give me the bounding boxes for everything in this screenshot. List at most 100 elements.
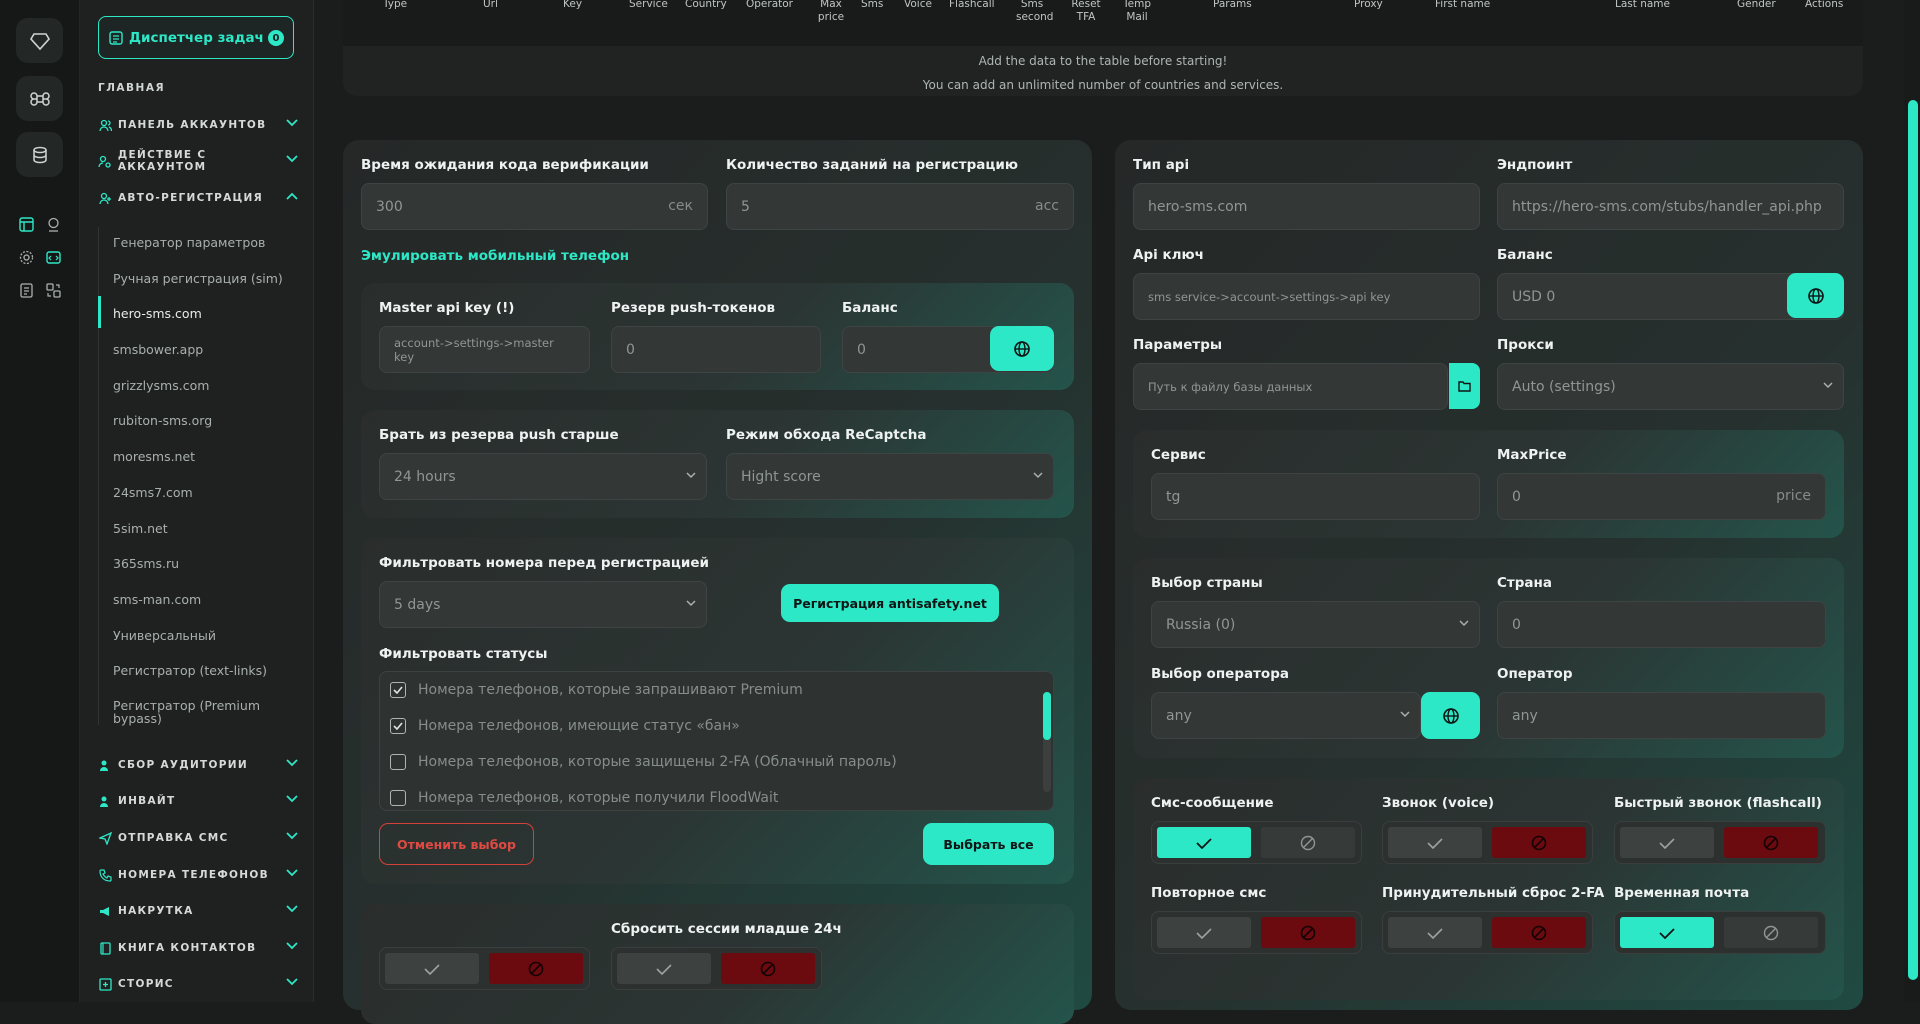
document-icon[interactable] <box>16 280 36 300</box>
nav-invite[interactable]: ИНВАЙТ <box>98 790 298 812</box>
switch-icon[interactable] <box>43 280 63 300</box>
resend-sms-toggle[interactable] <box>1151 911 1362 954</box>
api-key-input[interactable]: sms service->account->settings->api key <box>1133 273 1480 320</box>
params-input[interactable]: Путь к файлу базы данных <box>1133 363 1448 410</box>
list-scrollbar[interactable] <box>1043 692 1051 792</box>
sidebar-item-5sim[interactable]: 5sim.net <box>113 521 323 536</box>
disable-option[interactable] <box>1492 917 1586 948</box>
diamond-icon[interactable] <box>16 18 63 63</box>
gear-icon[interactable] <box>16 247 36 267</box>
nav-contacts-book[interactable]: КНИГА КОНТАКТОВ <box>98 937 298 959</box>
sidebar-item-grizzlysms[interactable]: grizzlysms.com <box>113 378 323 393</box>
enable-option[interactable] <box>1157 917 1251 948</box>
recaptcha-select[interactable]: Hight score <box>726 453 1054 500</box>
ban-icon <box>528 961 544 976</box>
verify-wait-suffix: сек <box>668 198 693 214</box>
country-input[interactable]: 0 <box>1497 601 1826 648</box>
globe-icon <box>1014 340 1030 357</box>
master-key-input[interactable]: account->settings->master key <box>379 326 590 373</box>
disable-option[interactable] <box>489 953 583 984</box>
api-type-input[interactable]: hero-sms.com <box>1133 183 1480 230</box>
status-item-floodwait[interactable]: Номера телефонов, которые получили Flood… <box>390 788 990 808</box>
nav-label: ИНВАЙТ <box>118 795 176 807</box>
proxy-select[interactable]: Auto (settings) <box>1497 363 1844 410</box>
checkbox-checked-icon[interactable] <box>390 718 406 734</box>
sidebar-item-sms-man[interactable]: sms-man.com <box>113 592 323 607</box>
nav-account-actions[interactable]: ДЕЙСТВИЕ С АККАУНТОМ <box>98 149 298 173</box>
nav-send-sms[interactable]: ОТПРАВКА СМС <box>98 827 298 849</box>
filter-numbers-select[interactable]: 5 days <box>379 581 707 628</box>
code-window-icon[interactable] <box>43 247 63 267</box>
no-trusts-toggle[interactable] <box>379 947 590 990</box>
disable-option[interactable] <box>721 953 815 984</box>
verify-wait-input[interactable]: 300 сек <box>361 183 708 230</box>
push-older-select[interactable]: 24 hours <box>379 453 707 500</box>
maxprice-input[interactable]: 0 price <box>1497 473 1826 520</box>
enable-option[interactable] <box>1388 827 1482 858</box>
sidebar-item-hero-sms[interactable]: hero-sms.com <box>113 306 323 321</box>
enable-option[interactable] <box>1620 827 1714 858</box>
antisafety-register-button[interactable]: Регистрация antisafety.net <box>781 584 999 622</box>
enable-option[interactable] <box>1157 827 1251 858</box>
scrollbar-thumb[interactable] <box>1908 100 1918 980</box>
enable-option[interactable] <box>1388 917 1482 948</box>
disable-option[interactable] <box>1492 827 1586 858</box>
disable-option[interactable] <box>1261 827 1355 858</box>
push-reserve-input[interactable]: 0 <box>611 326 821 373</box>
nav-boost[interactable]: НАКРУТКА <box>98 900 298 922</box>
sidebar-item-24sms7[interactable]: 24sms7.com <box>113 485 323 500</box>
sidebar-item-param-generator[interactable]: Генератор параметров <box>113 235 323 250</box>
nav-audience[interactable]: СБОР АУДИТОРИИ <box>98 754 298 776</box>
sidebar-item-365sms[interactable]: 365sms.ru <box>113 556 323 571</box>
nav-auto-registration[interactable]: АВТО-РЕГИСТРАЦИЯ <box>98 187 298 209</box>
country-select[interactable]: Russia (0) <box>1151 601 1480 648</box>
sidebar-item-rubiton-sms[interactable]: rubiton-sms.org <box>113 413 323 428</box>
nav-stories[interactable]: СТОРИС <box>98 973 298 995</box>
balance-refresh-button[interactable] <box>990 326 1054 371</box>
sidebar-item-manual-registration[interactable]: Ручная регистрация (sim) <box>113 271 323 286</box>
endpoint-input[interactable]: https://hero-sms.com/stubs/handler_api.p… <box>1497 183 1844 230</box>
service-input[interactable]: tg <box>1151 473 1480 520</box>
enable-option[interactable] <box>385 953 479 984</box>
disable-option[interactable] <box>1724 827 1818 858</box>
reset-sessions-toggle[interactable] <box>611 947 822 990</box>
cancel-selection-button[interactable]: Отменить выбор <box>379 823 534 865</box>
checkbox-checked-icon[interactable] <box>390 682 406 698</box>
sidebar-item-moresms[interactable]: moresms.net <box>113 449 323 464</box>
temp-mail-toggle[interactable] <box>1614 911 1826 954</box>
voice-toggle[interactable] <box>1382 821 1593 864</box>
sms-toggle[interactable] <box>1151 821 1362 864</box>
status-item-premium[interactable]: Номера телефонов, которые запрашивают Pr… <box>390 680 990 700</box>
sidebar-item-text-links[interactable]: Регистратор (text-links) <box>113 663 323 678</box>
checkbox-icon[interactable] <box>390 790 406 806</box>
table-icon[interactable] <box>16 214 36 234</box>
emulate-mobile-link[interactable]: Эмулировать мобильный телефон <box>361 248 629 264</box>
database-icon[interactable] <box>16 132 63 177</box>
select-all-button[interactable]: Выбрать все <box>923 823 1054 865</box>
sidebar-item-universal[interactable]: Универсальный <box>113 628 323 643</box>
command-icon[interactable] <box>16 76 63 121</box>
operator-select[interactable]: any <box>1151 692 1421 739</box>
status-item-ban[interactable]: Номера телефонов, имеющие статус «бан» <box>390 716 990 736</box>
browse-file-button[interactable] <box>1449 363 1480 409</box>
force-reset-2fa-toggle[interactable] <box>1382 911 1593 954</box>
nav-home[interactable]: ГЛАВНАЯ <box>98 82 165 94</box>
sidebar-item-smsbower[interactable]: smsbower.app <box>113 342 323 357</box>
task-count-input[interactable]: 5 acc <box>726 183 1074 230</box>
status-item-2fa[interactable]: Номера телефонов, которые защищены 2-FA … <box>390 752 990 772</box>
nav-phone-numbers[interactable]: НОМЕРА ТЕЛЕФОНОВ <box>98 864 298 886</box>
operator-input[interactable]: any <box>1497 692 1826 739</box>
operator-refresh-button[interactable] <box>1421 692 1480 739</box>
checkbox-icon[interactable] <box>390 754 406 770</box>
balance-refresh-button[interactable] <box>1787 273 1844 318</box>
nav-accounts-panel[interactable]: ПАНЕЛЬ АККАУНТОВ <box>98 114 298 136</box>
enable-option[interactable] <box>617 953 711 984</box>
page-scrollbar[interactable] <box>1904 0 1920 1002</box>
flashcall-toggle[interactable] <box>1614 821 1826 864</box>
disable-option[interactable] <box>1261 917 1355 948</box>
user-pin-icon[interactable] <box>43 214 63 234</box>
task-manager-button[interactable]: Диспетчер задач 0 <box>98 16 294 59</box>
enable-option[interactable] <box>1620 917 1714 948</box>
disable-option[interactable] <box>1724 917 1818 948</box>
sidebar-item-premium-bypass[interactable]: Регистратор (Premium bypass) <box>113 699 273 725</box>
